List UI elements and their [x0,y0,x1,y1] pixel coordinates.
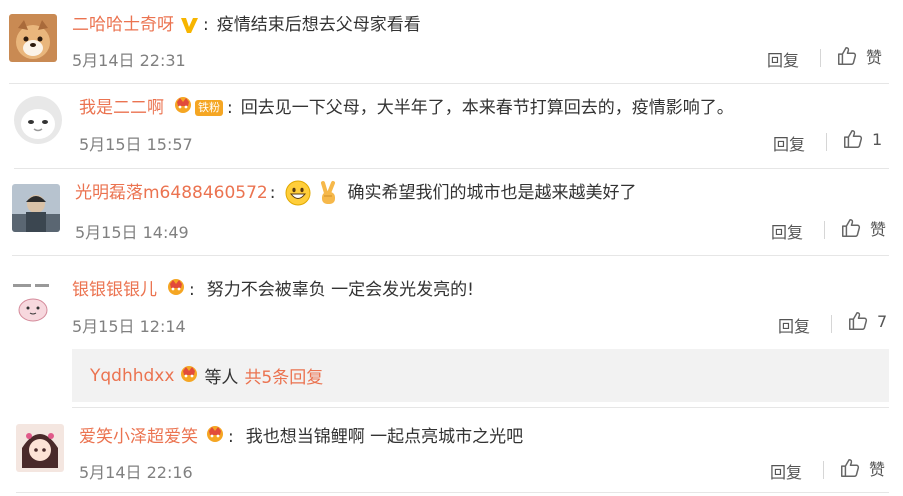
vip-crown-icon [165,276,187,303]
reply-button[interactable]: 回复 [771,219,803,243]
comment-time: 5月15日 12:14 [72,317,186,336]
vip-crown-icon [178,363,200,388]
reply-button[interactable]: 回复 [778,313,810,337]
v-verified-icon [179,15,199,35]
like-button[interactable]: 赞 [839,456,885,480]
fan-badge: 铁粉 [195,99,223,116]
comment-time: 5月14日 22:31 [72,51,186,70]
comment-text: 确实希望我们的城市也是越来越美好了 [347,183,637,203]
thumbs-up-icon [844,130,863,148]
divider [16,492,889,493]
like-count: 7 [877,311,888,331]
sub-reply-summary[interactable]: Yqdhhdxx 等人 共5条回复 [72,349,889,402]
sub-reply-others: 等人 [204,368,239,388]
username[interactable]: 我是二二啊 [79,96,164,120]
colon: : [189,279,195,300]
thumbs-up-icon [849,312,868,330]
separator [820,49,821,67]
vip-crown-icon [204,423,226,450]
comment-text: 我也想当锦鲤啊 一起点亮城市之光吧 [245,426,524,447]
comment-time: 5月14日 22:16 [79,463,193,482]
colon: : [203,15,209,35]
username[interactable]: 二哈哈士奇呀 [72,13,174,37]
like-button[interactable]: 赞 [836,44,882,68]
username[interactable]: 光明磊落m6488460572 [75,181,268,205]
like-count: 1 [872,129,883,149]
separator [824,221,825,239]
avatar[interactable] [9,280,57,328]
separator [823,461,824,479]
like-label: 赞 [869,460,886,479]
avatar[interactable] [14,96,62,144]
divider [72,407,889,408]
like-label: 赞 [870,220,887,239]
username[interactable]: 银银银银儿 [72,278,157,302]
divider [9,83,889,84]
thumbs-up-icon [838,47,857,65]
comment-time: 5月15日 15:57 [79,135,193,154]
thumbs-up-icon [842,219,861,237]
thumbs-up-icon [841,459,860,477]
like-button[interactable]: 7 [847,310,887,332]
reply-button[interactable]: 回复 [773,131,805,155]
grin-emoji-icon [285,180,311,206]
view-replies-link[interactable]: 共5条回复 [244,363,323,388]
sub-reply-username[interactable]: Yqdhhdxx [90,366,174,386]
divider [14,168,889,169]
comment-time: 5月15日 14:49 [75,223,189,242]
like-label: 赞 [866,48,883,67]
comment-text: 回去见一下父母，大半年了，本来春节打算回去的，疫情影响了。 [240,97,734,118]
reply-button[interactable]: 回复 [770,459,802,483]
like-button[interactable]: 赞 [840,216,886,240]
like-button[interactable]: 1 [842,128,882,150]
victory-hand-emoji-icon [315,180,341,206]
separator [826,133,827,151]
comment-text: 努力不会被辜负 一定会发光发亮的! [206,279,474,300]
comment-text: 疫情结束后想去父母家看看 [216,15,421,35]
reply-button[interactable]: 回复 [767,47,799,71]
divider [12,255,889,256]
colon: : [227,97,233,118]
avatar[interactable] [9,14,57,62]
vip-crown-icon [172,94,194,121]
avatar[interactable] [12,184,60,232]
colon: : [269,183,276,203]
username[interactable]: 爱笑小泽超爱笑 [79,425,198,449]
separator [831,315,832,333]
colon: : [228,426,234,447]
avatar[interactable] [16,424,64,472]
